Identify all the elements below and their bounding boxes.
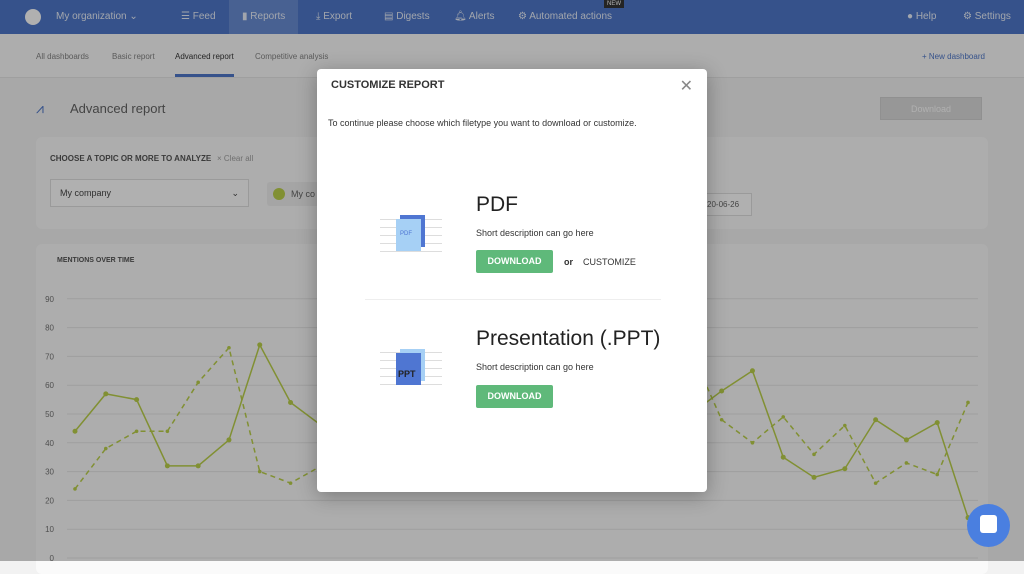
close-icon[interactable]: ✕	[680, 76, 693, 96]
pdf-description: Short description can go here	[476, 228, 594, 238]
ppt-title: Presentation (.PPT)	[476, 327, 661, 350]
pdf-file-icon: PDF	[380, 215, 442, 255]
chat-icon	[980, 515, 997, 533]
divider	[365, 299, 661, 300]
modal-title: CUSTOMIZE REPORT	[331, 79, 445, 91]
ppt-file-icon: PPT	[380, 349, 442, 389]
ppt-description: Short description can go here	[476, 362, 594, 372]
modal-intro: To continue please choose which filetype…	[328, 118, 637, 128]
pdf-download-button[interactable]: DOWNLOAD	[476, 250, 553, 273]
ppt-download-button[interactable]: DOWNLOAD	[476, 385, 553, 408]
chat-launcher-button[interactable]	[967, 504, 1010, 547]
pdf-title: PDF	[476, 193, 518, 216]
or-text: or	[564, 257, 573, 267]
pdf-customize-button[interactable]: CUSTOMIZE	[583, 257, 636, 267]
customize-report-modal: CUSTOMIZE REPORT ✕ To continue please ch…	[317, 69, 707, 492]
